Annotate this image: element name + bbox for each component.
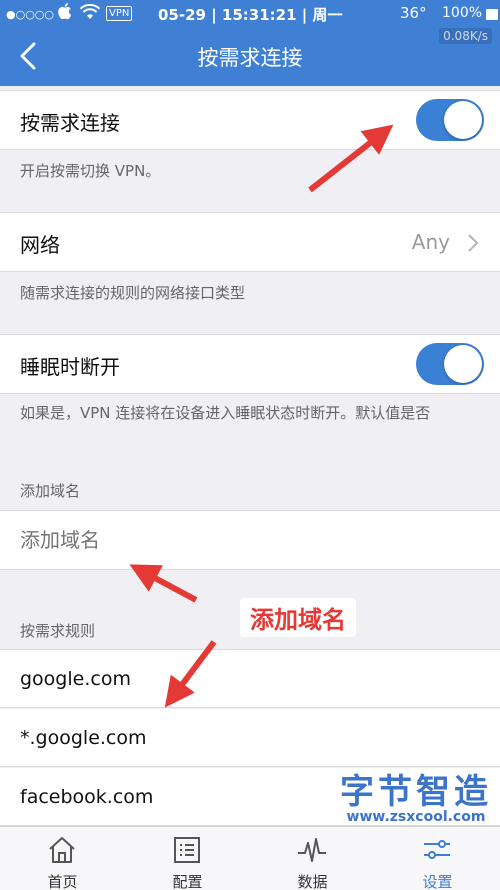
tab-label: 设置 [422,873,453,890]
sleep-toggle[interactable] [416,343,484,385]
sleep-note: 如果是，VPN 连接将在设备进入睡眠状态时断开。默认值是否 [20,404,431,422]
on-demand-label: 按需求连接 [20,111,120,135]
network-note: 随需求连接的规则的网络接口类型 [20,284,246,302]
network-label: 网络 [20,233,60,257]
on-demand-note: 开启按需切换 VPN。 [20,162,161,180]
page-title: 按需求连接 [197,46,303,70]
list-icon [174,837,200,863]
add-domain-row [0,510,500,570]
rules-list: google.com *.google.com facebook.com [0,649,500,826]
toggle-knob [444,345,482,383]
watermark: 字节智造 www.zsxcool.com [340,764,492,825]
list-item[interactable]: google.com [0,650,500,708]
annotation-label: 添加域名 [240,598,356,637]
pulse-icon [298,838,326,862]
tab-label: 配置 [172,873,203,890]
vpn-badge: VPN [106,6,133,21]
on-demand-toggle[interactable] [416,99,484,141]
temperature: 36° [400,4,427,22]
arrow-to-input [129,564,198,603]
sleep-row: 睡眠时断开 [0,334,500,394]
sliders-icon [424,840,450,859]
tab-home[interactable]: 首页 [0,827,125,890]
list-item[interactable]: *.google.com [0,709,500,767]
watermark-url: www.zsxcool.com [346,809,486,825]
nav-bar: 按需求连接 0.08K/s [0,28,500,86]
add-domain-input[interactable] [20,525,470,555]
add-domain-header: 添加域名 [20,482,81,500]
tab-label: 首页 [47,873,78,890]
apple-icon [58,2,72,24]
tab-bar: 首页 配置 数据 设置 [0,826,500,890]
tab-label: 数据 [297,873,328,890]
on-demand-row: 按需求连接 [0,90,500,150]
sleep-label: 睡眠时断开 [20,355,120,379]
toggle-knob [444,101,482,139]
watermark-title: 字节智造 [340,772,492,812]
status-bar: ●○○○○ VPN 05-29 | 15:31:21 | 周一 36° 100% [0,0,500,28]
battery-icon [486,9,498,20]
datetime: 05-29 | 15:31:21 | 周一 [158,6,343,24]
network-speed: 0.08K/s [439,28,492,44]
home-icon [49,837,75,863]
wifi-icon [79,3,101,24]
tab-config[interactable]: 配置 [125,827,250,890]
battery-percent: 100% [442,5,483,21]
chevron-right-icon [468,234,479,252]
network-value: Any [411,230,450,254]
tab-settings[interactable]: 设置 [375,827,500,890]
signal-indicator: ●○○○○ [6,8,54,21]
tab-data[interactable]: 数据 [250,827,375,890]
network-row[interactable]: 网络 Any [0,212,500,272]
